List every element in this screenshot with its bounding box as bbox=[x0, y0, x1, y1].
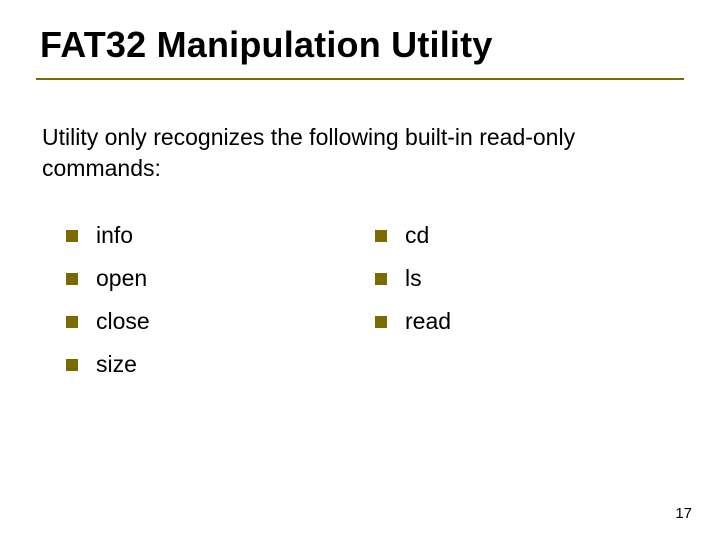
slide-title: FAT32 Manipulation Utility bbox=[40, 24, 684, 66]
square-bullet-icon bbox=[375, 316, 387, 328]
command-columns: info open close size cd ls bbox=[66, 222, 684, 394]
command-label: open bbox=[96, 265, 147, 292]
command-label: cd bbox=[405, 222, 429, 249]
list-item: ls bbox=[375, 265, 684, 292]
command-label: close bbox=[96, 308, 150, 335]
square-bullet-icon bbox=[66, 359, 78, 371]
title-container: FAT32 Manipulation Utility bbox=[36, 20, 684, 80]
square-bullet-icon bbox=[66, 273, 78, 285]
list-item: size bbox=[66, 351, 375, 378]
page-number: 17 bbox=[675, 505, 692, 522]
command-label: ls bbox=[405, 265, 422, 292]
list-item: read bbox=[375, 308, 684, 335]
list-item: info bbox=[66, 222, 375, 249]
right-column: cd ls read bbox=[375, 222, 684, 394]
intro-text: Utility only recognizes the following bu… bbox=[42, 122, 678, 184]
list-item: open bbox=[66, 265, 375, 292]
command-label: read bbox=[405, 308, 451, 335]
command-label: size bbox=[96, 351, 137, 378]
slide: FAT32 Manipulation Utility Utility only … bbox=[0, 0, 720, 540]
square-bullet-icon bbox=[66, 230, 78, 242]
square-bullet-icon bbox=[375, 273, 387, 285]
list-item: cd bbox=[375, 222, 684, 249]
square-bullet-icon bbox=[375, 230, 387, 242]
left-column: info open close size bbox=[66, 222, 375, 394]
square-bullet-icon bbox=[66, 316, 78, 328]
command-label: info bbox=[96, 222, 133, 249]
list-item: close bbox=[66, 308, 375, 335]
